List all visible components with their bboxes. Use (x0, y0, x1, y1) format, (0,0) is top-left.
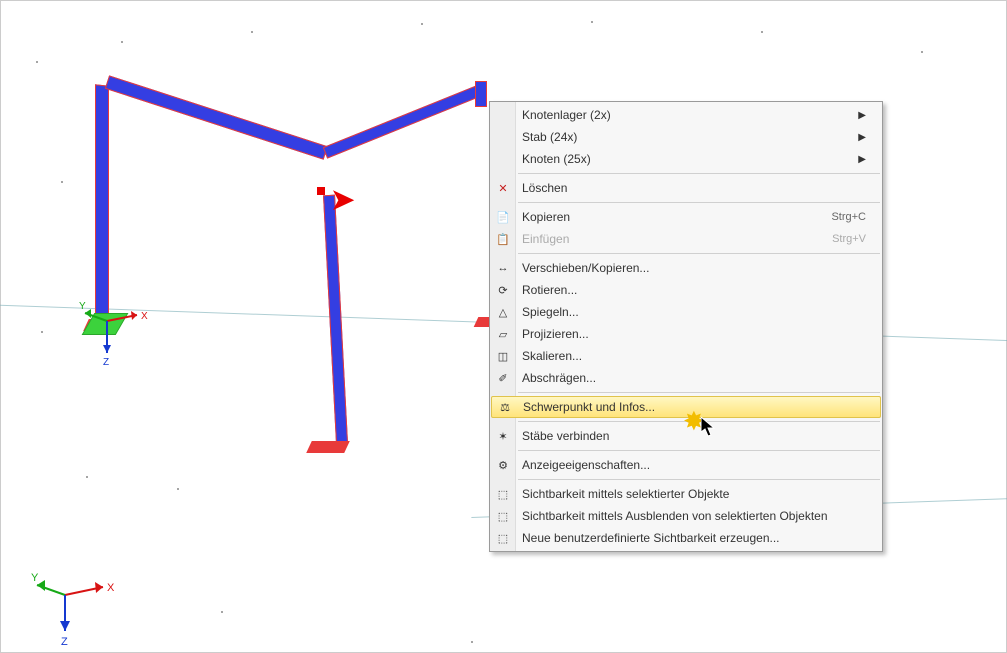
menu-separator (518, 450, 880, 451)
menu-separator (518, 479, 880, 480)
menu-item-new-user-vis[interactable]: ⬚ Neue benutzerdefinierte Sichtbarkeit er… (490, 527, 882, 549)
copy-icon: 📄 (494, 208, 512, 226)
mirror-icon: △ (494, 303, 512, 321)
menu-separator (518, 253, 880, 254)
load-arrow-icon: ➤ (331, 183, 354, 216)
menu-item-label: Verschieben/Kopieren... (522, 261, 866, 275)
menu-item-label: Neue benutzerdefinierte Sichtbarkeit erz… (522, 531, 866, 545)
nodal-supports-icon (494, 106, 512, 124)
rotate-icon: ⟳ (494, 281, 512, 299)
scale-icon: ◫ (494, 347, 512, 365)
new-user-vis-icon: ⬚ (494, 529, 512, 547)
menu-item-label: Spiegeln... (522, 305, 866, 319)
menu-item-label: Anzeigeeigenschaften... (522, 458, 866, 472)
axis-y-label: Y (79, 301, 86, 312)
menu-item-label: Schwerpunkt und Infos... (523, 400, 864, 414)
structural-member (323, 195, 348, 443)
structural-member (323, 84, 485, 159)
menu-shortcut: Strg+V (832, 233, 866, 245)
vis-by-selected-icon: ⬚ (494, 485, 512, 503)
axis-x-label: X (141, 311, 148, 322)
menu-item-members[interactable]: Stab (24x)▶ (490, 126, 882, 148)
menu-item-label: Kopieren (522, 210, 831, 224)
menu-item-display-props[interactable]: ⚙ Anzeigeeigenschaften... (490, 454, 882, 476)
view-axis-triad: X Y Z (31, 557, 121, 647)
menu-item-label: Skalieren... (522, 349, 866, 363)
menu-separator (518, 173, 880, 174)
display-props-icon: ⚙ (494, 456, 512, 474)
move-copy-icon: ↔ (494, 259, 512, 277)
svg-text:Y: Y (31, 572, 39, 584)
menu-item-connect-members[interactable]: ✶ Stäbe verbinden (490, 425, 882, 447)
menu-item-label: Stab (24x) (522, 130, 858, 144)
structural-member (105, 75, 328, 159)
menu-item-label: Einfügen (522, 232, 832, 246)
svg-text:Z: Z (61, 636, 68, 647)
menu-item-vis-by-selected[interactable]: ⬚ Sichtbarkeit mittels selektierter Objek… (490, 483, 882, 505)
support (306, 441, 350, 453)
menu-item-scale[interactable]: ◫ Skalieren... (490, 345, 882, 367)
menu-item-label: Rotieren... (522, 283, 866, 297)
menu-item-copy[interactable]: 📄 KopierenStrg+C (490, 206, 882, 228)
project-icon: ▱ (494, 325, 512, 343)
menu-item-nodes[interactable]: Knoten (25x)▶ (490, 148, 882, 170)
members-icon (494, 128, 512, 146)
menu-item-rotate[interactable]: ⟳ Rotieren... (490, 279, 882, 301)
menu-item-bevel[interactable]: ✐ Abschrägen... (490, 367, 882, 389)
menu-item-label: Knotenlager (2x) (522, 108, 858, 122)
submenu-arrow-icon: ▶ (858, 132, 866, 143)
submenu-arrow-icon: ▶ (858, 110, 866, 121)
structural-member (95, 84, 109, 315)
menu-item-paste: 📋 EinfügenStrg+V (490, 228, 882, 250)
menu-item-move-copy[interactable]: ↔ Verschieben/Kopieren... (490, 257, 882, 279)
submenu-arrow-icon: ▶ (858, 154, 866, 165)
menu-item-nodal-supports[interactable]: Knotenlager (2x)▶ (490, 104, 882, 126)
menu-separator (518, 421, 880, 422)
connect-members-icon: ✶ (494, 427, 512, 445)
vis-hide-selected-icon: ⬚ (494, 507, 512, 525)
menu-item-label: Sichtbarkeit mittels selektierter Objekt… (522, 487, 866, 501)
viewport-context-menu: Knotenlager (2x)▶Stab (24x)▶Knoten (25x)… (489, 101, 883, 552)
load-marker (317, 187, 325, 195)
menu-item-label: Projizieren... (522, 327, 866, 341)
delete-icon: ✕ (494, 179, 512, 197)
axis-z-label: Z (103, 357, 109, 368)
centroid-info-icon: ⚖ (496, 398, 514, 416)
menu-item-project[interactable]: ▱ Projizieren... (490, 323, 882, 345)
menu-separator (518, 392, 880, 393)
origin-axis-triad: X Y Z (79, 293, 169, 383)
menu-separator (518, 202, 880, 203)
nodes-icon (494, 150, 512, 168)
menu-item-label: Abschrägen... (522, 371, 866, 385)
paste-icon: 📋 (494, 230, 512, 248)
menu-item-vis-hide-selected[interactable]: ⬚ Sichtbarkeit mittels Ausblenden von sel… (490, 505, 882, 527)
structural-member (475, 81, 487, 107)
svg-text:X: X (107, 582, 115, 594)
menu-item-label: Knoten (25x) (522, 152, 858, 166)
menu-item-mirror[interactable]: △ Spiegeln... (490, 301, 882, 323)
menu-item-label: Sichtbarkeit mittels Ausblenden von sele… (522, 509, 866, 523)
menu-shortcut: Strg+C (831, 211, 866, 223)
bevel-icon: ✐ (494, 369, 512, 387)
menu-item-label: Stäbe verbinden (522, 429, 866, 443)
menu-item-delete[interactable]: ✕ Löschen (490, 177, 882, 199)
menu-item-centroid-info[interactable]: ⚖ Schwerpunkt und Infos... (491, 396, 881, 418)
menu-item-label: Löschen (522, 181, 866, 195)
